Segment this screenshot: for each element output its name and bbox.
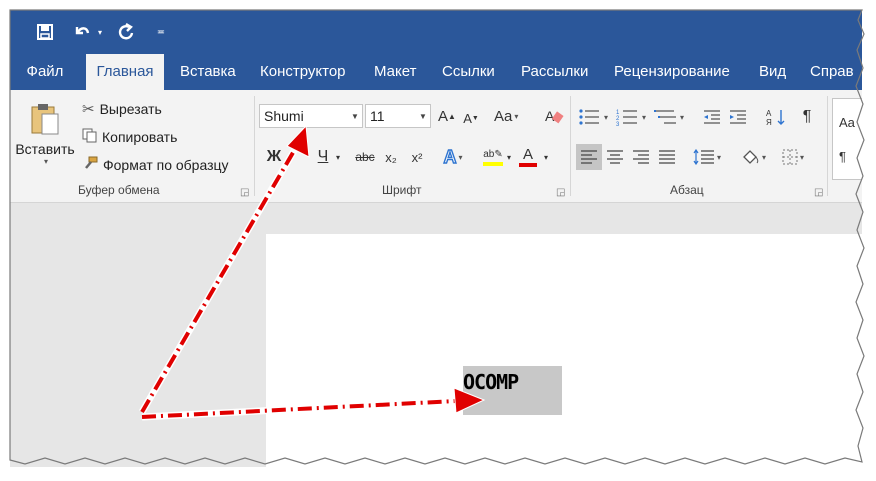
annotation-overlay <box>9 9 865 465</box>
torn-edge-border <box>9 9 865 465</box>
arrow-to-sample-text <box>141 387 486 421</box>
arrow-to-font-box <box>138 124 310 414</box>
